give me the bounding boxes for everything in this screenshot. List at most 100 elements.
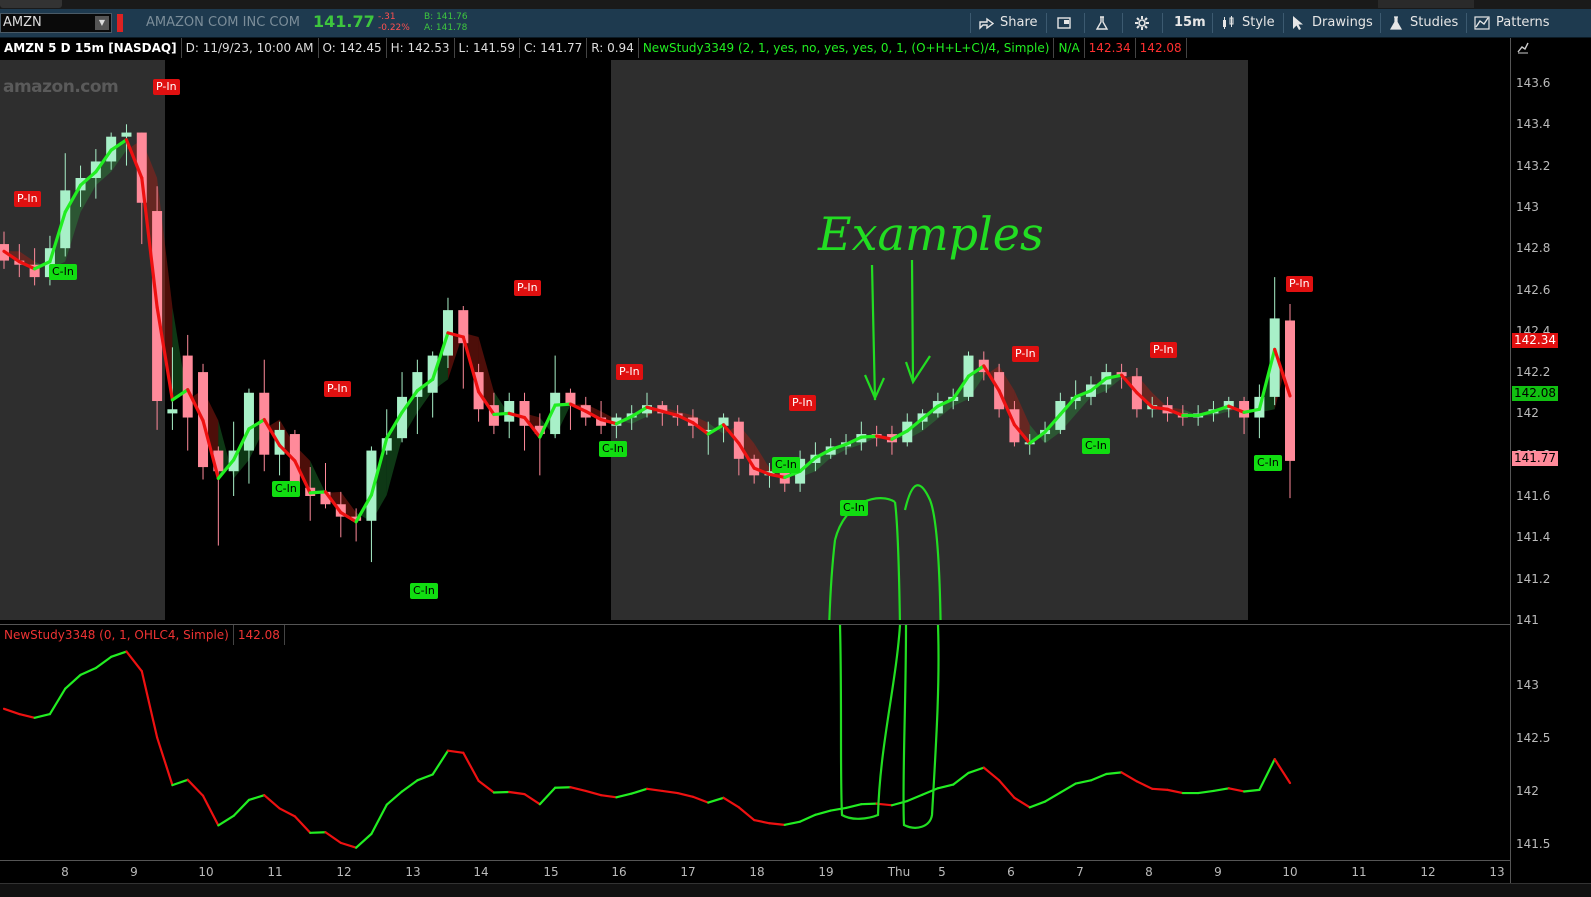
bid-ask: B: 141.76 A: 141.78: [424, 12, 468, 34]
price-tick: 142.8: [1516, 241, 1551, 256]
lower-line-segment: [400, 779, 419, 793]
lower-line-segment: [584, 789, 603, 797]
style-button[interactable]: Style: [1220, 9, 1275, 37]
chart-title[interactable]: AMZN 5 D 15m [NASDAQ]: [0, 38, 182, 58]
lower-line-segment: [753, 818, 771, 825]
c-in-label: C-In: [599, 441, 627, 457]
symbol-input[interactable]: AMZN ▼: [0, 13, 112, 33]
lower-line-segment: [1013, 796, 1031, 809]
change-value: -.31: [378, 12, 396, 22]
chevron-down-icon[interactable]: ▼: [95, 16, 109, 30]
lower-line-segment: [538, 786, 557, 806]
bottom-scroll-strip[interactable]: [0, 883, 1591, 897]
symbol-value: AMZN: [3, 15, 42, 30]
study-title[interactable]: NewStudy3349 (2, 1, yes, no, yes, yes, 0…: [639, 38, 1055, 58]
studies-button[interactable]: Studies: [1388, 9, 1458, 37]
lower-line-segment: [569, 786, 587, 793]
lower-line-segment: [1151, 787, 1169, 791]
time-tick: 8: [1145, 865, 1153, 879]
time-tick: 7: [1076, 865, 1084, 879]
toolbar-separator: [1122, 13, 1123, 33]
candle-body: [167, 409, 178, 414]
toolbar-separator: [1466, 13, 1467, 33]
account-tab[interactable]: [1378, 0, 1474, 8]
lower-line-segment: [385, 790, 404, 806]
time-tick: 6: [1007, 865, 1015, 879]
time-axis[interactable]: 8 9 10 11 12 13 14 15 16 17 18 19 Thu 5 6 7 8 9 10 11 12 13: [0, 860, 1510, 884]
share-button[interactable]: Share: [978, 9, 1038, 37]
price-marker: 142.34: [1512, 333, 1558, 348]
c-in-label: C-In: [272, 481, 300, 497]
lower-line-segment: [952, 771, 970, 786]
lower-study-svg: [2, 624, 1292, 849]
lower-line-segment: [1242, 788, 1261, 793]
study-line-segment: [492, 411, 511, 417]
price-tick: 143.4: [1516, 117, 1551, 132]
window-top-strip: [0, 0, 1591, 9]
share-label: Share: [1000, 15, 1038, 30]
toolbar-separator: [1162, 13, 1163, 33]
settings-button[interactable]: [1134, 9, 1150, 37]
lower-line-segment: [936, 783, 955, 790]
lower-line-segment: [1120, 771, 1139, 783]
time-tick: 13: [405, 865, 421, 879]
patterns-icon: [1474, 16, 1490, 30]
bar-open: O: 142.45: [319, 38, 387, 58]
bar-low: L: 141.59: [455, 38, 521, 58]
c-in-label: C-In: [840, 500, 868, 516]
candle-body: [182, 355, 193, 418]
company-name: AMAZON COM INC COM: [146, 15, 300, 30]
symbol-link-icon[interactable]: [117, 14, 123, 32]
time-tick: 10: [198, 865, 214, 879]
patterns-button[interactable]: Patterns: [1474, 9, 1550, 37]
studies-icon: [1389, 16, 1403, 30]
c-in-label: C-In: [410, 583, 438, 599]
lower-line-segment: [645, 787, 664, 793]
time-tick: 8: [61, 865, 69, 879]
price-tick: 142: [1516, 406, 1539, 421]
patterns-label: Patterns: [1496, 15, 1550, 30]
lower-line-segment: [860, 802, 878, 806]
lower-line-segment: [1227, 787, 1246, 793]
style-icon: [1223, 16, 1234, 29]
p-in-label: P-In: [14, 191, 41, 207]
time-tick: 9: [1214, 865, 1222, 879]
lower-line-segment: [998, 779, 1016, 799]
lower-line-segment: [921, 787, 939, 796]
toolbar-separator: [1283, 13, 1284, 33]
study-line-segment: [1150, 405, 1170, 411]
lower-line-segment: [523, 793, 541, 806]
charts-tab[interactable]: [0, 0, 62, 8]
lower-line-segment: [477, 779, 496, 794]
lower-line-segment: [1212, 787, 1230, 793]
toolbar-separator: [1380, 13, 1381, 33]
lower-line-segment: [615, 792, 633, 799]
flask-button[interactable]: [1094, 9, 1110, 37]
lower-line-segment: [1043, 791, 1062, 803]
price-chart-svg: Examples: [0, 60, 1295, 876]
time-tick: 11: [1351, 865, 1367, 879]
p-in-label: P-In: [514, 280, 541, 296]
time-tick: 15: [543, 865, 559, 879]
lower-line-segment: [278, 807, 296, 818]
p-in-label: P-In: [789, 395, 816, 411]
lower-line-segment: [186, 778, 205, 797]
annotation-stroke: [838, 624, 902, 820]
p-in-label: P-In: [1150, 342, 1177, 358]
lower-line-segment: [707, 796, 725, 804]
price-chart-panel[interactable]: Examples amazon.com: [0, 60, 1510, 876]
lower-line-segment: [293, 815, 312, 834]
p-in-label: P-In: [324, 381, 351, 397]
p-in-label: P-In: [153, 79, 180, 95]
c-in-label: C-In: [49, 264, 77, 280]
chart-line-icon[interactable]: [1517, 40, 1529, 54]
interval-label: 15m: [1174, 15, 1206, 30]
lower-line-segment: [94, 655, 113, 670]
lower-study-panel[interactable]: [0, 624, 1510, 861]
time-tick: 14: [473, 865, 489, 879]
lower-line-segment: [1197, 789, 1215, 795]
price-tick: 141.4: [1516, 530, 1551, 545]
detach-button[interactable]: [1056, 9, 1072, 37]
interval-button[interactable]: 15m: [1174, 9, 1206, 37]
drawings-button[interactable]: Drawings: [1290, 9, 1373, 37]
